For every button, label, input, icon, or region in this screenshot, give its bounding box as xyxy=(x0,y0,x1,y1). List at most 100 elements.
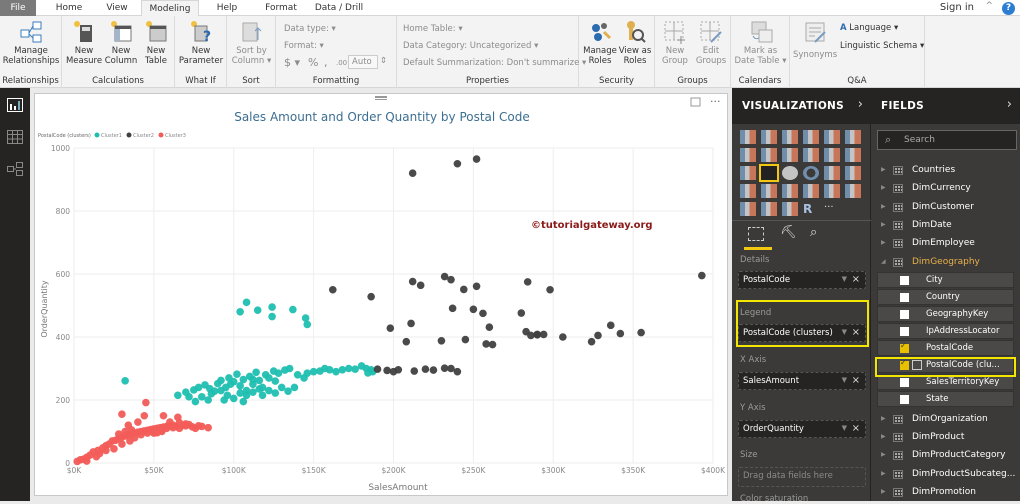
drag-handle-icon[interactable] xyxy=(375,96,387,98)
remove-icon[interactable]: × xyxy=(852,423,860,434)
comma-button[interactable]: , xyxy=(324,56,328,69)
sort-by-column-button[interactable]: Sort by Column ▾ xyxy=(229,20,274,66)
remove-icon[interactable]: × xyxy=(852,375,860,386)
table-dimproductcategory[interactable]: ▶ DimProductCategory xyxy=(871,447,1020,465)
new-column-button[interactable]: New Column xyxy=(104,20,138,66)
collapsed-arrow-icon[interactable]: ▶ xyxy=(881,415,886,422)
new-table-button[interactable]: New Table xyxy=(140,20,172,66)
tab-view[interactable]: View xyxy=(102,0,132,16)
mark-as-date-table-button[interactable]: Mark as Date Table ▾ xyxy=(733,20,788,66)
waterfall-icon[interactable] xyxy=(740,166,756,180)
field-city[interactable]: City xyxy=(877,271,1014,288)
field-checkbox[interactable] xyxy=(900,275,909,285)
collapsed-arrow-icon[interactable]: ▶ xyxy=(881,451,886,458)
chevron-down-icon[interactable]: ▼ xyxy=(842,275,847,283)
percent-button[interactable]: % xyxy=(308,56,318,69)
field-postalcode[interactable]: PostalCode xyxy=(877,339,1014,356)
tab-help[interactable]: Help xyxy=(212,0,242,16)
linguistic-schema-dropdown[interactable]: Linguistic Schema ▾ xyxy=(840,41,924,51)
tab-data-drill[interactable]: Data / Drill xyxy=(314,0,364,16)
manage-roles-button[interactable]: Manage Roles xyxy=(582,20,618,66)
model-view-icon[interactable] xyxy=(7,162,23,176)
tab-format[interactable]: Format xyxy=(262,0,300,16)
more-options-icon[interactable]: ··· xyxy=(710,95,721,108)
chevron-right-icon[interactable]: › xyxy=(858,97,863,112)
clustered-column-icon[interactable] xyxy=(803,130,819,144)
table-dimproduct[interactable]: ▶ DimProduct xyxy=(871,429,1020,447)
home-table-dropdown[interactable]: Home Table: ▾ xyxy=(403,24,463,34)
table-dimdate[interactable]: ▶ DimDate xyxy=(871,217,1020,235)
chevron-down-icon[interactable]: ▼ xyxy=(842,376,847,384)
chevron-right-icon[interactable]: › xyxy=(1007,97,1012,112)
help-icon[interactable]: ? xyxy=(1002,2,1015,15)
more-visuals-icon[interactable]: ··· xyxy=(824,202,840,216)
chevron-down-icon[interactable]: ▼ xyxy=(842,424,847,432)
collapsed-arrow-icon[interactable]: ▶ xyxy=(881,221,886,228)
y-axis-well[interactable]: OrderQuantity ▼ × xyxy=(738,420,866,438)
scatter-icon[interactable] xyxy=(759,164,779,182)
decimal-icon[interactable]: .00 xyxy=(336,59,347,67)
area-chart-icon[interactable] xyxy=(761,148,777,162)
table-icon[interactable] xyxy=(761,202,777,216)
synonyms-button[interactable]: Synonyms xyxy=(793,20,837,60)
data-type-dropdown[interactable]: Data type: ▾ xyxy=(284,24,336,34)
details-well[interactable]: PostalCode ▼ × xyxy=(738,271,866,289)
collapsed-arrow-icon[interactable]: ▶ xyxy=(881,166,886,173)
field-state[interactable]: State xyxy=(877,390,1014,407)
collapsed-arrow-icon[interactable]: ▶ xyxy=(881,470,886,477)
gauge-icon[interactable] xyxy=(782,184,798,198)
table-countries[interactable]: ▶ Countries xyxy=(871,162,1020,180)
data-category-dropdown[interactable]: Data Category: Uncategorized ▾ xyxy=(403,41,538,51)
line-chart-icon[interactable] xyxy=(740,148,756,162)
report-view-icon[interactable] xyxy=(7,98,23,112)
language-dropdown[interactable]: A Language ▾ xyxy=(840,23,898,33)
tab-modeling[interactable]: Modeling xyxy=(141,0,199,17)
new-parameter-button[interactable]: ? New Parameter xyxy=(177,20,225,66)
new-measure-button[interactable]: New Measure xyxy=(65,20,103,66)
stacked-area-icon[interactable] xyxy=(782,148,798,162)
line-column-icon[interactable] xyxy=(803,148,819,162)
table-dimcurrency[interactable]: ▶ DimCurrency xyxy=(871,180,1020,198)
collapsed-arrow-icon[interactable]: ▶ xyxy=(881,433,886,440)
scatter-chart-visual[interactable]: Sales Amount and Order Quantity by Posta… xyxy=(34,93,728,496)
collapsed-arrow-icon[interactable]: ▶ xyxy=(881,239,886,246)
data-view-icon[interactable] xyxy=(7,130,23,144)
field-ipaddresslocator[interactable]: IpAddressLocator xyxy=(877,322,1014,339)
collapse-ribbon-icon[interactable]: ^ xyxy=(985,1,993,11)
format-dropdown[interactable]: Format: ▾ xyxy=(284,41,324,51)
collapsed-arrow-icon[interactable]: ▶ xyxy=(881,203,886,210)
remove-icon[interactable]: × xyxy=(852,327,860,338)
size-well[interactable]: Drag data fields here xyxy=(738,467,866,487)
stacked-column-icon[interactable] xyxy=(761,130,777,144)
decimals-spinner[interactable]: ⇕ xyxy=(380,56,387,66)
tab-home[interactable]: Home xyxy=(52,0,86,16)
currency-button[interactable]: $ ▾ xyxy=(284,56,300,69)
collapsed-arrow-icon[interactable]: ▶ xyxy=(881,488,886,495)
format-paint-roller-icon[interactable]: ⛏ xyxy=(780,225,797,240)
field-checkbox[interactable] xyxy=(900,341,909,353)
table-dimproductsubcateg-[interactable]: ▶ DimProductSubcateg... xyxy=(871,466,1020,484)
edit-groups-button[interactable]: Edit Groups xyxy=(693,20,729,66)
decimals-input[interactable]: Auto xyxy=(348,55,378,69)
field-checkbox[interactable] xyxy=(900,377,909,387)
r-visual-icon[interactable]: R xyxy=(803,202,819,216)
legend-well[interactable]: PostalCode (clusters) ▼ × xyxy=(738,324,866,342)
analytics-icon[interactable]: ⌕ xyxy=(810,225,817,240)
chevron-down-icon[interactable]: ▼ xyxy=(842,328,847,336)
field-checkbox[interactable] xyxy=(900,309,909,319)
stacked-bar-icon[interactable] xyxy=(740,130,756,144)
funnel-icon[interactable] xyxy=(761,184,777,198)
100-column-icon[interactable] xyxy=(845,130,861,144)
default-summarization-dropdown[interactable]: Default Summarization: Don't summarize ▾ xyxy=(403,58,586,68)
multirow-card-icon[interactable] xyxy=(824,184,840,198)
donut-icon[interactable] xyxy=(803,166,819,180)
matrix-icon[interactable] xyxy=(782,202,798,216)
fields-search-input[interactable]: ⌕ Search xyxy=(877,130,1017,150)
field-geographykey[interactable]: GeographyKey xyxy=(877,305,1014,322)
collapsed-arrow-icon[interactable]: ▶ xyxy=(881,184,886,191)
remove-icon[interactable]: × xyxy=(852,274,860,285)
field-checkbox[interactable] xyxy=(900,326,909,336)
fields-tab-icon[interactable] xyxy=(748,227,764,241)
sign-in-link[interactable]: Sign in xyxy=(940,2,974,13)
field-checkbox[interactable] xyxy=(900,394,909,404)
